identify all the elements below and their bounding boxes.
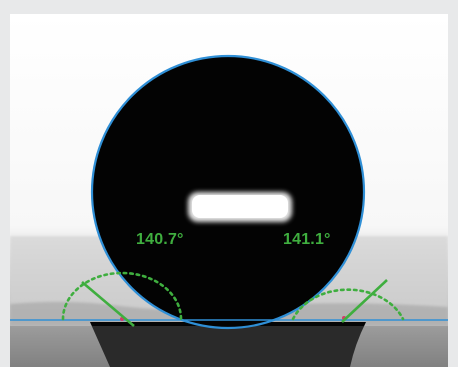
left-angle-label: 140.7°	[136, 231, 184, 248]
lower-shadow	[10, 326, 448, 367]
droplet-scene	[10, 14, 448, 367]
droplet-highlight	[192, 195, 288, 218]
image-frame: 140.7° 141.1°	[0, 0, 458, 367]
right-angle-label: 141.1°	[283, 231, 331, 248]
contact-angle-photo: 140.7° 141.1°	[10, 14, 448, 367]
